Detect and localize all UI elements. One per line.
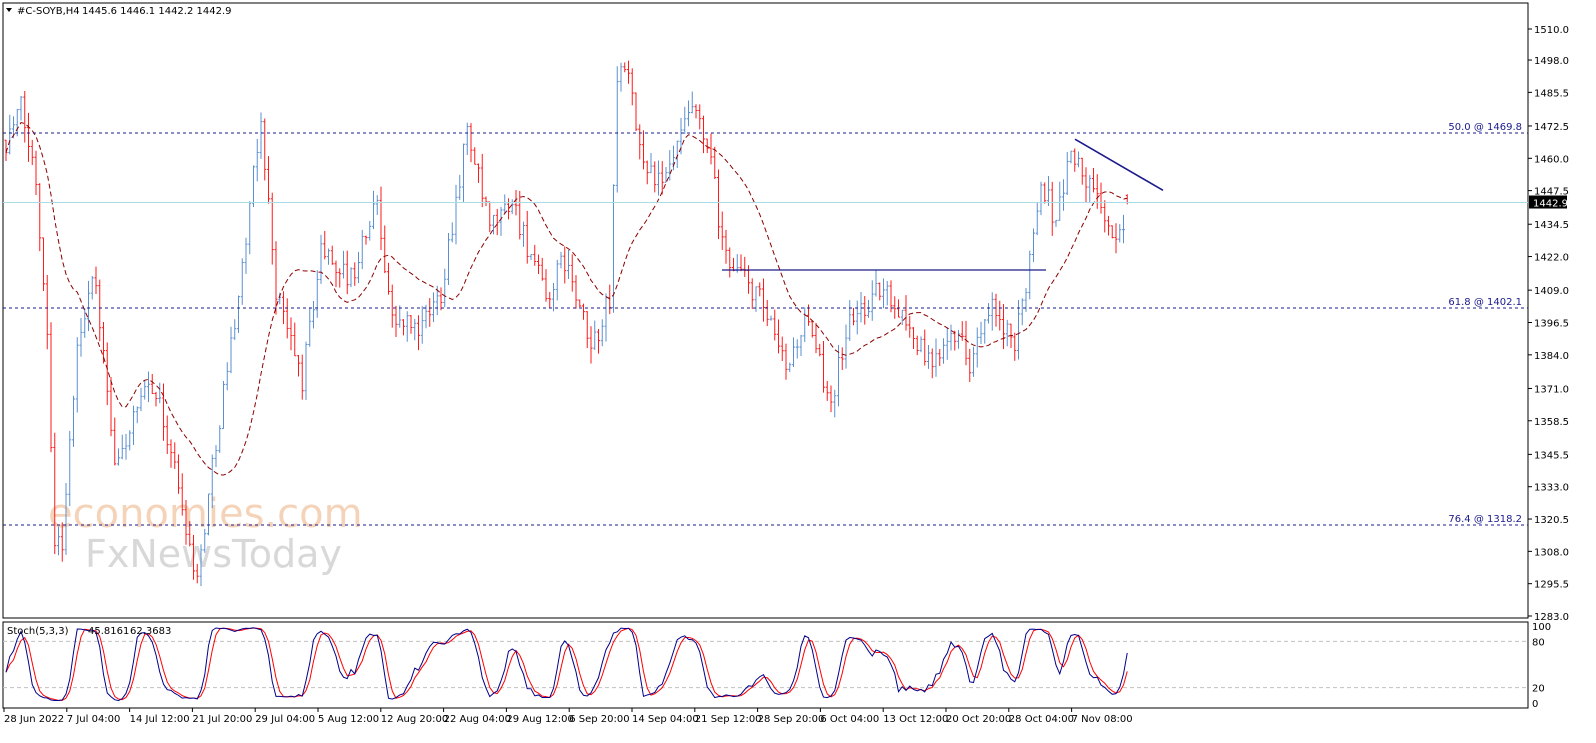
chart-header: #C-SOYB,H4 1445.6 1446.1 1442.2 1442.9 — [6, 6, 232, 17]
price-tick-label: 1434.5 — [1534, 220, 1569, 231]
time-tick-label: 7 Jul 04:00 — [67, 714, 121, 725]
stoch-name: Stoch(5,3,3) — [7, 626, 69, 637]
time-tick-label: 14 Jul 12:00 — [130, 714, 190, 725]
price-tick-label: 1358.5 — [1534, 417, 1569, 428]
stoch-header: Stoch(5,3,3) 45.8161 62.3683 — [7, 626, 171, 637]
price-tick-label: 1345.5 — [1534, 450, 1569, 461]
time-tick-label: 28 Sep 20:00 — [758, 714, 825, 725]
time-tick-label: 12 Aug 20:00 — [381, 714, 448, 725]
time-tick-label: 29 Aug 12:00 — [506, 714, 573, 725]
watermark-economies: economies.com — [48, 491, 363, 537]
time-tick-label: 28 Oct 04:00 — [1009, 714, 1074, 725]
time-tick-label: 14 Sep 04:00 — [632, 714, 699, 725]
price-tick-label: 1409.0 — [1534, 286, 1569, 297]
time-tick-label: 21 Jul 20:00 — [192, 714, 252, 725]
stoch-axis-label: 20 — [1532, 684, 1545, 695]
stoch-axis-label: 0 — [1532, 699, 1538, 710]
price-tick-label: 1422.0 — [1534, 253, 1569, 264]
watermark-fxnewstoday: FxNewsToday — [85, 532, 342, 576]
price-tick-label: 1333.0 — [1534, 483, 1569, 494]
time-tick-label: 5 Aug 12:00 — [318, 714, 379, 725]
price-tick-label: 1498.0 — [1534, 56, 1569, 67]
time-tick-label: 6 Sep 20:00 — [569, 714, 629, 725]
price-tick-label: 1295.5 — [1534, 580, 1569, 591]
time-tick-label: 6 Oct 04:00 — [820, 714, 879, 725]
price-tick-label: 1320.5 — [1534, 515, 1569, 526]
fib-label-61.8: 61.8 @ 1402.1 — [1448, 297, 1522, 308]
stoch-panel-frame — [2, 621, 1529, 709]
price-tick-label: 1510.0 — [1534, 25, 1569, 36]
price-tick-label: 1485.5 — [1534, 88, 1569, 99]
price-tick-label: 1308.0 — [1534, 547, 1569, 558]
price-tick-label: 1396.5 — [1534, 319, 1569, 330]
stoch-main-value: 45.8161 — [88, 626, 129, 637]
time-tick-label: 28 Jun 2022 — [4, 714, 64, 725]
ohlc-values: 1445.6 1446.1 1442.2 1442.9 — [82, 6, 232, 17]
symbol-label: #C-SOYB,H4 — [17, 6, 80, 17]
stoch-signal-value: 62.3683 — [130, 626, 171, 637]
time-tick-label: 20 Oct 20:00 — [946, 714, 1011, 725]
stoch-axis-label: 100 — [1532, 622, 1551, 633]
fib-label-76.4: 76.4 @ 1318.2 — [1448, 514, 1522, 525]
time-tick-label: 7 Nov 08:00 — [1072, 714, 1133, 725]
time-tick-label: 13 Oct 12:00 — [883, 714, 948, 725]
stoch-axis-label: 80 — [1532, 637, 1545, 648]
price-tick-label: 1472.5 — [1534, 122, 1569, 133]
time-tick-label: 22 Aug 04:00 — [444, 714, 511, 725]
time-tick-label: 29 Jul 04:00 — [255, 714, 315, 725]
price-chart[interactable]: economies.com FxNewsToday 50.0 @ 1469.8 6… — [0, 0, 1596, 743]
price-tick-label: 1460.0 — [1534, 154, 1569, 165]
time-tick-label: 21 Sep 12:00 — [695, 714, 762, 725]
current-price-label: 1442.9 — [1533, 199, 1568, 210]
price-tick-label: 1384.0 — [1534, 351, 1569, 362]
fib-label-50.0: 50.0 @ 1469.8 — [1448, 122, 1522, 133]
price-tick-label: 1371.0 — [1534, 384, 1569, 395]
